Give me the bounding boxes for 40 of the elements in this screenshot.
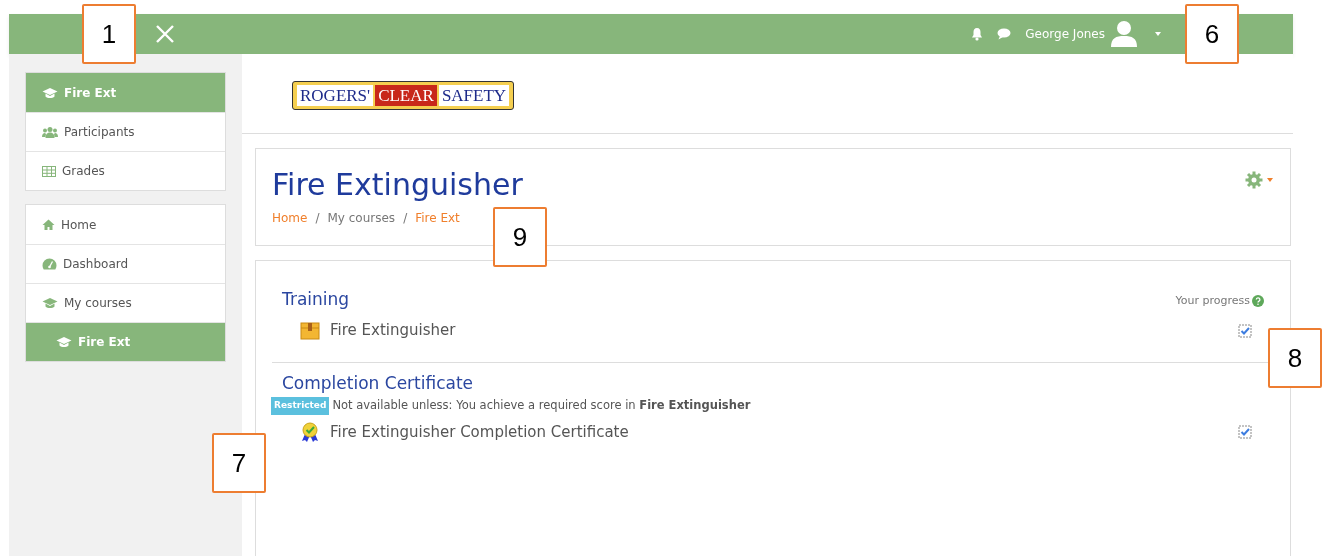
users-icon [42,126,58,138]
section-title[interactable]: Training [282,289,350,310]
sidebar-item[interactable]: Grades [26,151,225,190]
company-logo: ROGERS' CLEAR SAFETY [292,81,515,110]
bell-icon[interactable] [971,27,984,41]
breadcrumb-item: My courses [327,210,396,227]
certificate-icon [300,422,320,443]
activity-link[interactable]: Fire Extinguisher [330,319,456,342]
settings-menu-button[interactable] [1245,171,1274,189]
completion-checkbox[interactable] [1238,323,1252,338]
close-icon[interactable] [154,23,176,45]
breadcrumb-separator: / [315,210,320,227]
sidebar-item[interactable]: Home [26,205,225,244]
graduation-cap-icon [42,86,58,99]
settings-icon [1245,171,1263,189]
graduation-cap-icon [42,297,58,309]
callout-number: 7 [212,433,266,493]
callout-number: 8 [1268,328,1322,388]
activity-link[interactable]: Fire Extinguisher Completion Certificate [330,420,629,444]
help-icon[interactable] [1252,295,1264,308]
graduation-cap-icon [56,336,72,348]
callout-number: 9 [493,207,547,267]
callout-number: 1 [82,4,136,64]
sidebar-item[interactable]: Dashboard [26,244,225,283]
sidebar-item[interactable]: Participants [26,112,225,151]
chat-icon[interactable] [997,28,1012,40]
avatar-icon[interactable] [1109,19,1139,49]
home-icon [42,219,55,230]
completion-checkbox[interactable] [1238,425,1252,440]
page-title: Fire Extinguisher [272,167,523,203]
restricted-badge: Restricted [271,397,330,415]
restriction-text: Not available unless: You achieve a required score in Fire Extinguisher [332,397,751,415]
section-title[interactable]: Completion Certificate [282,372,474,394]
table-icon [42,165,56,177]
package-icon [300,321,320,340]
callout-number: 6 [1185,4,1239,64]
dashboard-icon [42,258,57,270]
progress-label: Your progress [1175,292,1250,309]
caret-icon [1266,177,1274,183]
breadcrumb-separator: / [403,210,408,227]
